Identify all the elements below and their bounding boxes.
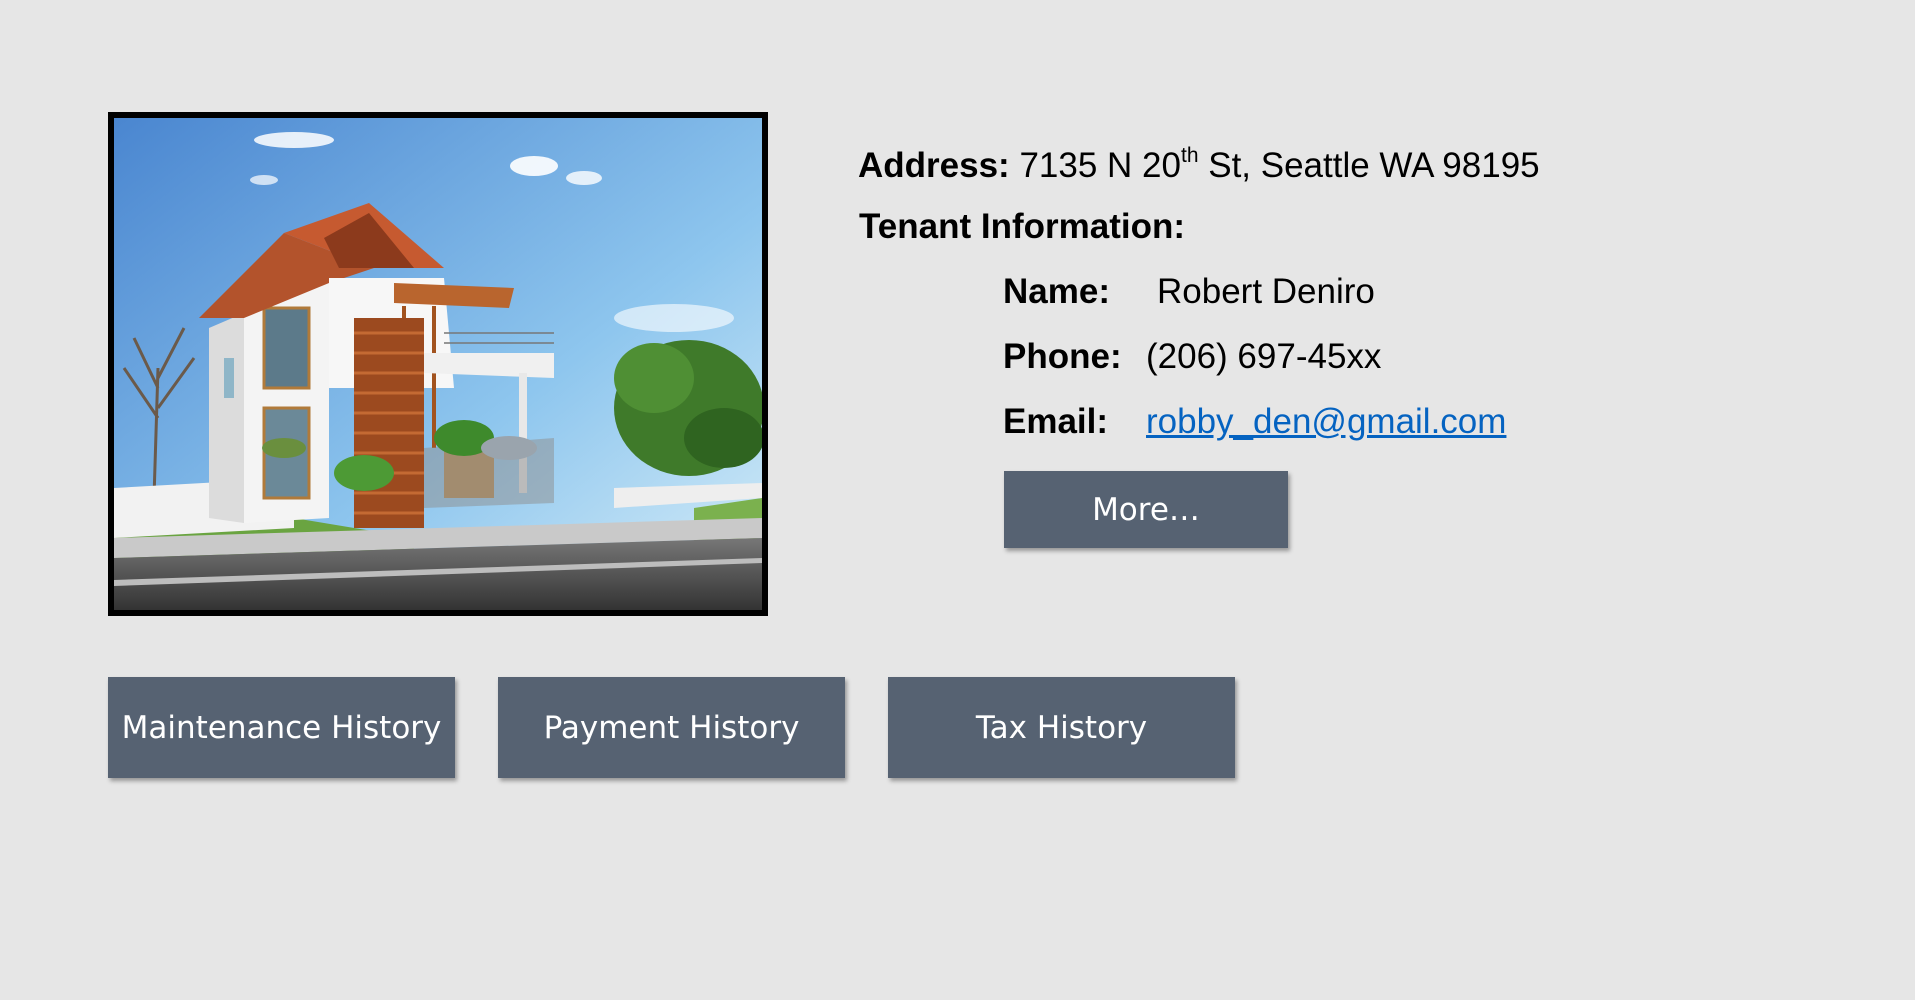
address-street-suffix: St, Seattle WA 98195	[1198, 146, 1540, 185]
house-photo	[108, 112, 768, 616]
tenant-name-value: Robert Deniro	[1157, 272, 1375, 311]
address-ordinal-suffix: th	[1180, 144, 1199, 167]
tax-history-button[interactable]: Tax History	[888, 677, 1235, 778]
tenant-email-label: Email:	[1003, 402, 1109, 441]
house-illustration	[114, 118, 762, 610]
address-street-prefix: 7135 N 20	[1019, 146, 1181, 185]
tenant-name-label: Name:	[1003, 272, 1110, 311]
tenant-email-link[interactable]: robby_den@gmail.com	[1146, 404, 1506, 439]
payment-history-button[interactable]: Payment History	[498, 677, 845, 778]
tenant-information-heading: Tenant Information:	[859, 207, 1185, 246]
address-label: Address:	[858, 146, 1010, 185]
maintenance-history-button[interactable]: Maintenance History	[108, 677, 455, 778]
more-button[interactable]: More…	[1004, 471, 1288, 548]
property-detail-page: Address: 7135 N 20th St, Seattle WA 9819…	[0, 0, 1915, 1000]
tenant-phone-value: (206) 697-45xx	[1146, 337, 1382, 376]
tenant-phone-label: Phone:	[1003, 337, 1122, 376]
address-line: Address: 7135 N 20th St, Seattle WA 9819…	[858, 145, 1540, 183]
